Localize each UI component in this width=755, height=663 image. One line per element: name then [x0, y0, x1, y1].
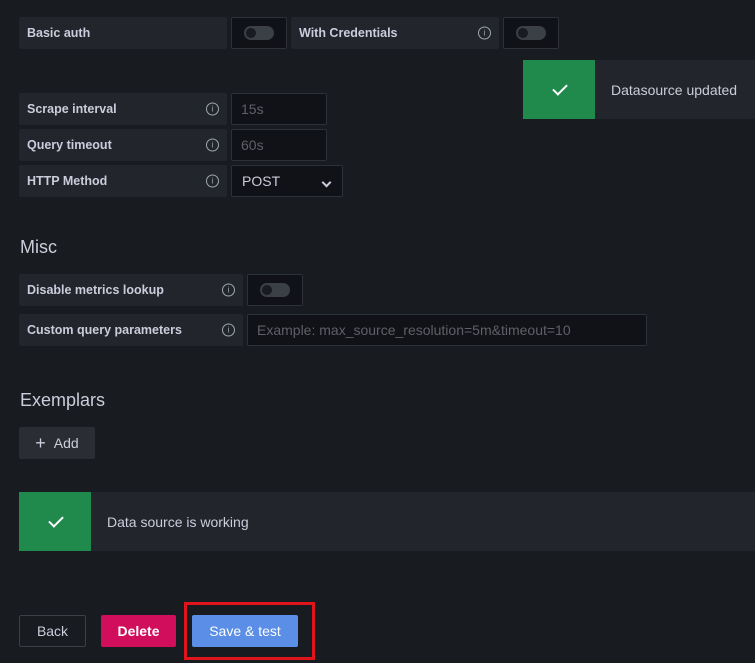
toast-notification: Datasource updated: [523, 60, 755, 119]
query-timeout-placeholder: 60s: [241, 137, 264, 153]
back-button[interactable]: Back: [19, 615, 86, 647]
custom-query-params-text: Custom query parameters: [27, 323, 182, 337]
toggle-switch[interactable]: [516, 26, 546, 40]
scrape-interval-text: Scrape interval: [27, 102, 117, 116]
query-timeout-input[interactable]: 60s: [231, 129, 327, 161]
exemplars-heading: Exemplars: [20, 390, 106, 410]
success-alert: Data source is working: [19, 492, 755, 551]
chevron-down-icon: [321, 177, 332, 188]
with-credentials-text: With Credentials: [299, 26, 398, 40]
delete-label: Delete: [117, 623, 160, 639]
toast-icon-area: [523, 60, 595, 119]
info-icon[interactable]: i: [222, 283, 235, 297]
with-credentials-label: With Credentials i: [291, 17, 499, 49]
alert-icon-area: [19, 492, 91, 551]
http-method-text: HTTP Method: [27, 174, 108, 188]
custom-query-params-input[interactable]: Example: max_source_resolution=5m&timeou…: [247, 314, 647, 346]
http-method-label: HTTP Method i: [19, 165, 227, 197]
alert-message: Data source is working: [107, 513, 249, 530]
scrape-interval-placeholder: 15s: [241, 101, 264, 117]
disable-metrics-lookup-label: Disable metrics lookup i: [19, 274, 243, 306]
info-icon[interactable]: i: [206, 102, 219, 116]
check-icon: [48, 512, 64, 528]
toggle-switch[interactable]: [244, 26, 274, 40]
plus-icon: +: [35, 433, 46, 453]
http-method-select[interactable]: POST: [231, 165, 343, 197]
query-timeout-text: Query timeout: [27, 138, 112, 152]
custom-query-params-label: Custom query parameters i: [19, 314, 243, 346]
scrape-interval-label: Scrape interval i: [19, 93, 227, 125]
add-exemplar-label: Add: [53, 435, 79, 451]
check-icon: [552, 80, 568, 96]
with-credentials-toggle[interactable]: [503, 17, 559, 49]
custom-query-params-placeholder: Example: max_source_resolution=5m&timeou…: [257, 322, 571, 338]
toggle-switch[interactable]: [260, 283, 290, 297]
toast-message: Datasource updated: [611, 81, 738, 98]
delete-button[interactable]: Delete: [101, 615, 176, 647]
save-and-test-label: Save & test: [209, 623, 281, 639]
disable-metrics-lookup-toggle[interactable]: [247, 274, 303, 306]
http-method-value: POST: [242, 173, 281, 189]
info-icon[interactable]: i: [478, 26, 491, 40]
scrape-interval-input[interactable]: 15s: [231, 93, 327, 125]
basic-auth-label: Basic auth: [19, 17, 227, 49]
disable-metrics-lookup-text: Disable metrics lookup: [27, 283, 164, 297]
misc-heading: Misc: [20, 237, 57, 257]
add-exemplar-button[interactable]: + Add: [19, 427, 95, 459]
info-icon[interactable]: i: [206, 174, 219, 188]
back-label: Back: [36, 623, 69, 639]
save-and-test-button[interactable]: Save & test: [192, 615, 298, 647]
query-timeout-label: Query timeout i: [19, 129, 227, 161]
info-icon[interactable]: i: [222, 323, 235, 337]
basic-auth-text: Basic auth: [27, 26, 91, 40]
basic-auth-toggle[interactable]: [231, 17, 287, 49]
info-icon[interactable]: i: [206, 138, 219, 152]
